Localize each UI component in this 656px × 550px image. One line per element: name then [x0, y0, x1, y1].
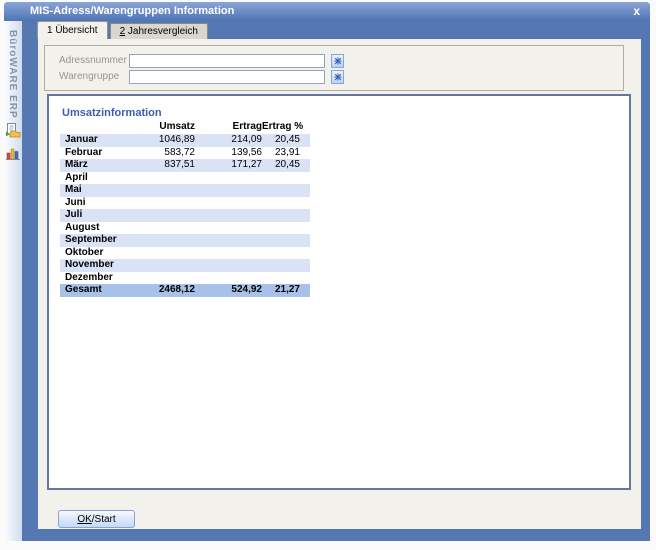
window-title: MIS-Adress/Warengruppen Information: [30, 5, 234, 17]
table-row: Mai: [60, 184, 310, 197]
adressnummer-label: Adressnummer: [59, 55, 129, 66]
adressnummer-lookup-button[interactable]: [331, 54, 344, 68]
tab-jahresvergleich-label: Jahresvergleich: [125, 26, 198, 37]
ok-start-button[interactable]: OK/Start: [58, 510, 135, 528]
brand-sidebar: BüroWARE ERP: [4, 21, 22, 541]
total-ertrag-pct: 21,27: [262, 284, 310, 297]
brand-text: BüroWARE ERP: [7, 30, 18, 119]
panel-title: Umsatzinformation: [62, 107, 162, 119]
umsatz-panel: Umsatzinformation Umsatz Ertrag Ertrag %…: [47, 94, 631, 490]
tab-bar: 1 Übersicht 2 Jahresvergleich: [37, 21, 208, 39]
total-umsatz: 2468,12: [125, 284, 195, 297]
column-header-month: [60, 120, 125, 134]
open-document-icon[interactable]: [5, 122, 21, 138]
umsatz-table-body: Januar 1046,89 214,09 20,45 Februar 583,…: [60, 134, 310, 284]
table-total-row: Gesamt 2468,12 524,92 21,27: [60, 284, 310, 297]
close-icon[interactable]: x: [633, 3, 640, 19]
umsatz-table: Umsatz Ertrag Ertrag % Januar 1046,89 21…: [60, 120, 310, 297]
table-row: Januar 1046,89 214,09 20,45: [60, 134, 310, 147]
tab-jahresvergleich[interactable]: 2 Jahresvergleich: [110, 23, 208, 39]
tab-content: Adressnummer 10015 : Telekommunikationst…: [38, 39, 641, 529]
table-row: November: [60, 259, 310, 272]
total-label: Gesamt: [60, 284, 125, 297]
table-row: März 837,51 171,27 20,45: [60, 159, 310, 172]
table-header-row: Umsatz Ertrag Ertrag %: [60, 120, 310, 134]
tab-uebersicht[interactable]: 1 Übersicht: [37, 21, 108, 39]
ok-start-button-accel: OK: [77, 514, 91, 525]
titlebar[interactable]: MIS-Adress/Warengruppen Information x: [4, 2, 650, 21]
table-row: Februar 583,72 139,56 23,91: [60, 147, 310, 160]
ok-start-button-rest: /Start: [92, 514, 116, 525]
column-header-umsatz: Umsatz: [125, 120, 195, 134]
selection-groupbox: Adressnummer 10015 : Telekommunikationst…: [44, 45, 624, 91]
adressnummer-input[interactable]: 10015 : Telekommunikationstechnik Seip /…: [129, 54, 325, 68]
asterisk-icon: [334, 73, 342, 81]
adressnummer-row: Adressnummer 10015 : Telekommunikationst…: [59, 53, 623, 68]
warengruppe-input[interactable]: 1150 : Tintenstrahldrucker: [129, 70, 325, 84]
table-row: April: [60, 172, 310, 185]
tab-uebersicht-label: 1 Übersicht: [47, 25, 98, 36]
total-ertrag: 524,92: [195, 284, 262, 297]
asterisk-icon: [334, 57, 342, 65]
column-header-ertrag-pct: Ertrag %: [262, 120, 310, 134]
table-row: Dezember: [60, 272, 310, 285]
warengruppe-row: Warengruppe 1150 : Tintenstrahldrucker: [59, 69, 623, 84]
table-row: Juni: [60, 197, 310, 210]
table-row: September: [60, 234, 310, 247]
warengruppe-lookup-button[interactable]: [331, 70, 344, 84]
chart-icon[interactable]: [5, 145, 21, 161]
table-row: August: [60, 222, 310, 235]
app-window: MIS-Adress/Warengruppen Information x Bü…: [4, 2, 650, 541]
table-row: Oktober: [60, 247, 310, 260]
table-row: Juli: [60, 209, 310, 222]
column-header-ertrag: Ertrag: [195, 120, 262, 134]
warengruppe-label: Warengruppe: [59, 71, 129, 82]
